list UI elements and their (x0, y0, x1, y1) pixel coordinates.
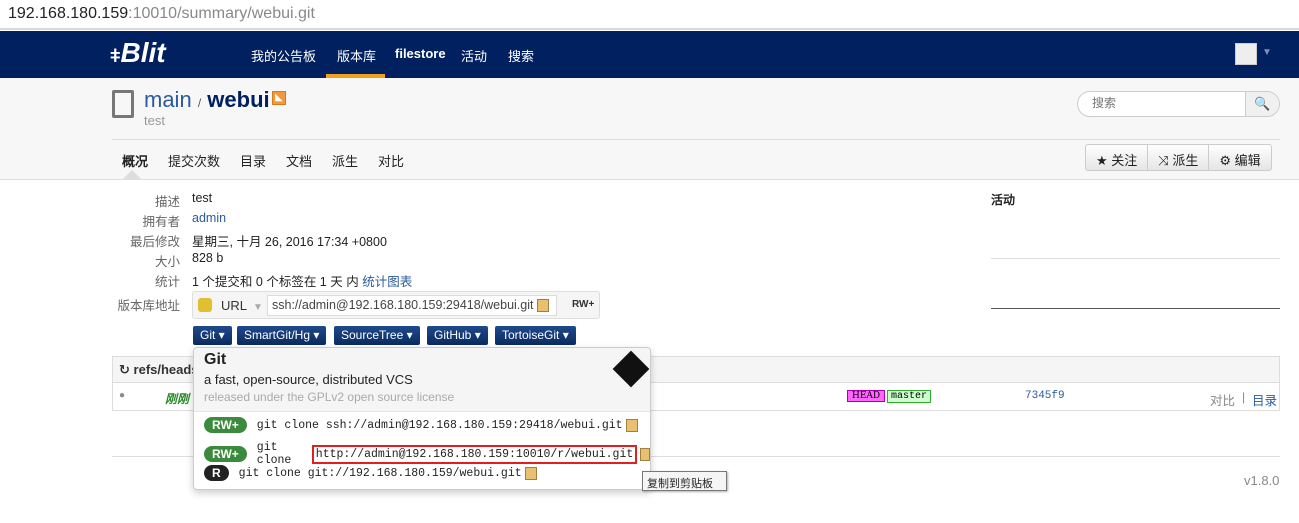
top-navbar: ǂBlit 我的公告板 版本库 filestore 活动 搜索 ▼ (0, 31, 1299, 78)
search-icon[interactable]: 🔍 (1245, 92, 1279, 116)
repo-description: test (144, 113, 165, 128)
fork-button[interactable]: ⤨ 派生 (1148, 145, 1210, 170)
nav-filestore[interactable]: filestore (395, 46, 446, 61)
nav-dashboard[interactable]: 我的公告板 (251, 46, 316, 65)
clipboard-icon[interactable] (625, 418, 638, 432)
label-owner: 拥有者 (142, 215, 180, 229)
label-size: 大小 (154, 255, 180, 269)
url-type-select[interactable]: URL ▼ (221, 298, 263, 313)
clone-command: RW+ git clone http://admin@192.168.180.15… (204, 441, 650, 467)
popover-title: Git (204, 351, 227, 368)
clipboard-icon[interactable] (640, 447, 650, 461)
highlighted-url[interactable]: http://admin@192.168.180.159:10010/r/web… (311, 444, 638, 464)
git-clone-popover: Git a fast, open-source, distributed VCS… (193, 347, 651, 490)
popover-description: a fast, open-source, distributed VCS (204, 372, 413, 387)
star-icon: ★ (1096, 153, 1108, 168)
owner-link[interactable]: admin (192, 211, 226, 225)
rss-icon[interactable]: ◣ (272, 91, 286, 105)
divider (991, 308, 1280, 309)
page-title: main / webui (144, 87, 270, 112)
repo-url-box: URL ▼ ssh://admin@192.168.180.159:29418/w… (192, 291, 600, 319)
stats-link[interactable]: 统计图表 (362, 275, 412, 289)
tool-github-button[interactable]: GitHub ▾ (427, 326, 488, 345)
nav-repositories[interactable]: 版本库 (337, 46, 376, 65)
logo[interactable]: ǂBlit (110, 37, 166, 69)
clone-command: RW+ git clone ssh://admin@192.168.180.159… (204, 417, 638, 433)
search-box: 🔍 (1077, 91, 1280, 117)
address-bar[interactable]: 192.168.180.159:10010/summary/webui.git (0, 0, 1299, 30)
label-modified: 最后修改 (129, 235, 180, 249)
branch-dot-icon: ● (119, 390, 126, 401)
chevron-down-icon: ▼ (253, 302, 263, 313)
url-field[interactable]: ssh://admin@192.168.180.159:29418/webui.… (267, 295, 557, 316)
address-host: 192.168.180.159 (8, 5, 129, 22)
tab-forks[interactable]: 派生 (332, 151, 358, 170)
fork-icon: ⤨ (1158, 153, 1169, 168)
popover-license: released under the GPLv2 open source lic… (204, 390, 455, 404)
clipboard-icon[interactable] (524, 466, 537, 480)
clipboard-icon[interactable] (536, 299, 549, 313)
branch-badge[interactable]: master (887, 390, 932, 403)
separator: | (1242, 390, 1246, 404)
repo-actions: ★ 关注 ⤨ 派生 ⚙ 编辑 (1085, 144, 1272, 171)
repo-name[interactable]: webui (207, 87, 269, 112)
repo-header: main / webui ◣ test 🔍 概况 提交次数 目录 文档 派生 对… (0, 78, 1299, 180)
tab-docs[interactable]: 文档 (286, 151, 312, 170)
edit-button[interactable]: ⚙ 编辑 (1209, 145, 1270, 170)
head-badge: HEAD (847, 390, 886, 402)
commit-id-link[interactable]: 7345f9 (1025, 390, 1065, 402)
size-value: 828 b (192, 251, 224, 265)
compare-link[interactable]: 对比 (1210, 390, 1235, 409)
tab-tree[interactable]: 目录 (240, 151, 266, 170)
tree-link[interactable]: 目录 (1252, 390, 1277, 409)
project-link[interactable]: main (144, 87, 192, 112)
active-tab-caret (123, 170, 141, 179)
description-value: test (192, 191, 213, 205)
nav-activity[interactable]: 活动 (461, 46, 487, 65)
refresh-icon: ↻ (119, 362, 130, 377)
tab-compare[interactable]: 对比 (378, 151, 404, 170)
chevron-down-icon[interactable]: ▼ (1262, 47, 1272, 58)
search-input[interactable] (1092, 96, 1242, 110)
divider (991, 258, 1280, 259)
branch-age: 刚刚 (165, 392, 190, 406)
label-stats: 统计 (154, 275, 180, 289)
tool-git-button[interactable]: Git ▾ (193, 326, 232, 345)
modified-value: 星期三, 十月 26, 2016 17:34 +0800 (192, 235, 387, 249)
lock-icon (198, 298, 212, 312)
permission-label: RW+ (572, 299, 595, 310)
gear-icon: ⚙ (1219, 153, 1231, 168)
activity-heading: 活动 (991, 193, 1016, 207)
nav-search[interactable]: 搜索 (508, 46, 534, 65)
avatar[interactable] (1235, 43, 1257, 65)
tool-sourcetree-button[interactable]: SourceTree ▾ (334, 326, 420, 345)
version-label: v1.8.0 (1244, 473, 1280, 488)
label-url: 版本库地址 (117, 299, 180, 313)
watch-button[interactable]: ★ 关注 (1086, 145, 1149, 170)
clone-command: Rgit clone git://192.168.180.159/webui.g… (204, 465, 537, 481)
git-logo-icon (612, 350, 650, 388)
divider (112, 139, 1280, 140)
repository-icon (112, 90, 134, 118)
tool-tortoisegit-button[interactable]: TortoiseGit ▾ (495, 326, 576, 345)
tool-smartgit-button[interactable]: SmartGit/Hg ▾ (237, 326, 327, 345)
address-path: :10010/summary/webui.git (128, 5, 315, 22)
label-description: 描述 (154, 195, 180, 209)
stats-value: 1 个提交和 0 个标签在 1 天 内 统计图表 (192, 275, 413, 289)
tab-commits[interactable]: 提交次数 (168, 151, 220, 170)
tab-summary[interactable]: 概况 (122, 151, 148, 170)
copy-tooltip: 复制到剪贴板 (642, 471, 727, 491)
